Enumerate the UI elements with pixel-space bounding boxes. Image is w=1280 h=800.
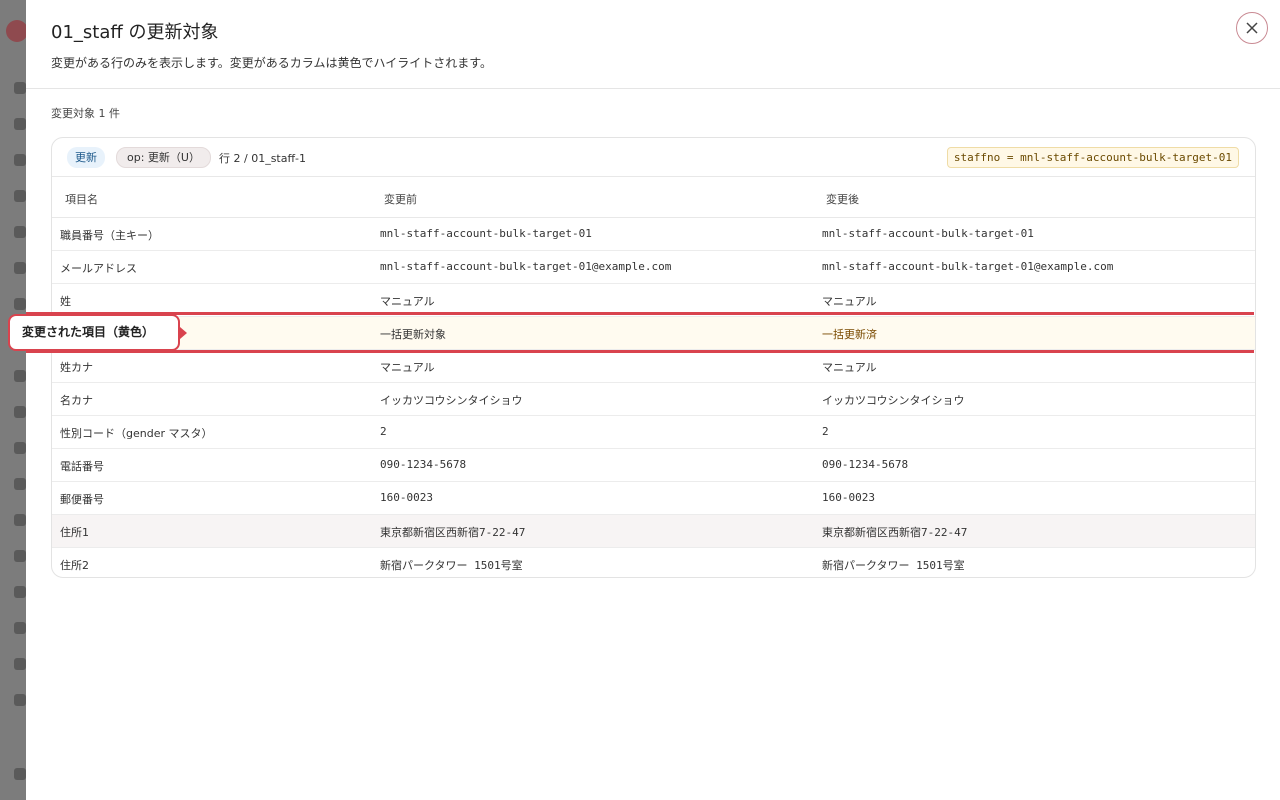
background-nav-icon [14,586,26,598]
table-row: 電話番号 090-1234-5678 090-1234-5678 [52,449,1255,482]
background-nav-icon [14,478,26,490]
card-header: 更新 op: 更新（U） 行 2 / 01_staff-1 staffno = … [52,138,1255,177]
field-name: メールアドレス [60,262,137,275]
background-nav-icon [14,442,26,454]
value-after: 新宿パークタワー 1501号室 [822,559,965,572]
column-header-after: 変更後 [826,193,859,206]
value-before: mnl-staff-account-bulk-target-01 [380,227,592,240]
table-row: 性別コード（gender マスタ） 2 2 [52,416,1255,449]
background-nav-icon [14,154,26,166]
annotation-callout: 変更された項目（黄色） [8,314,180,351]
background-nav-icon [14,82,26,94]
field-name: 職員番号（主キー） [60,229,159,242]
table-row: 名カナ イッカツコウシンタイショウ イッカツコウシンタイショウ [52,383,1255,416]
value-after: mnl-staff-account-bulk-target-01 [822,227,1034,240]
change-count: 変更対象 1 件 [51,107,120,120]
highlight-line-top [26,312,1254,315]
modal-title: 01_staff の更新対象 [51,22,219,43]
background-nav-icon [14,298,26,310]
background-nav-icon [14,550,26,562]
value-before: mnl-staff-account-bulk-target-01@example… [380,260,672,273]
value-after: マニュアル [822,361,877,374]
modal-description: 変更がある行のみを表示します。変更があるカラムは黄色でハイライトされます。 [51,56,493,70]
update-badge: 更新 [67,147,105,168]
field-name: 名カナ [60,394,93,407]
field-name: 住所1 [60,526,89,539]
change-card: 更新 op: 更新（U） 行 2 / 01_staff-1 staffno = … [51,137,1256,578]
field-name: 姓 [60,295,71,308]
highlight-line-bottom [26,350,1254,353]
row-info: 行 2 / 01_staff-1 [219,152,307,165]
table-row: 住所1 東京都新宿区西新宿7-22-47 東京都新宿区西新宿7-22-47 [52,515,1255,548]
background-nav-icon [14,768,26,780]
close-button[interactable] [1236,12,1268,44]
value-after-changed: 一括更新済 [822,328,877,341]
value-before: 090-1234-5678 [380,458,467,471]
background-nav-icon [14,658,26,670]
value-after: イッカツコウシンタイショウ [822,394,965,407]
value-before: 160-0023 [380,491,433,504]
background-nav-icon [14,406,26,418]
background-logo [6,20,28,42]
field-name: 住所2 [60,559,89,572]
value-before: 新宿パークタワー 1501号室 [380,559,523,572]
value-after: 2 [822,425,829,438]
background-nav-icon [14,622,26,634]
value-before: 2 [380,425,387,438]
value-after: mnl-staff-account-bulk-target-01@example… [822,260,1114,273]
background-nav-icon [14,118,26,130]
modal-header: 01_staff の更新対象 変更がある行のみを表示します。変更があるカラムは黄… [26,0,1280,89]
update-targets-modal: 01_staff の更新対象 変更がある行のみを表示します。変更があるカラムは黄… [26,0,1280,800]
field-name: 性別コード（gender マスタ） [60,427,213,440]
background-nav-icon [14,226,26,238]
value-before: 一括更新対象 [380,328,446,341]
value-before: マニュアル [380,361,435,374]
value-after: 160-0023 [822,491,875,504]
table-row: 郵便番号 160-0023 160-0023 [52,482,1255,515]
value-before: イッカツコウシンタイショウ [380,394,523,407]
background-app-sidebar [0,0,28,800]
value-before: 東京都新宿区西新宿7-22-47 [380,526,526,539]
value-after: マニュアル [822,295,877,308]
value-after: 東京都新宿区西新宿7-22-47 [822,526,968,539]
table-row-changed: 名 一括更新対象 一括更新済 [52,317,1255,350]
background-nav-icon [14,694,26,706]
callout-arrow [180,327,187,339]
table-row: 職員番号（主キー） mnl-staff-account-bulk-target-… [52,218,1255,251]
table-row: 姓カナ マニュアル マニュアル [52,350,1255,383]
background-nav-icon [14,262,26,274]
column-header-before: 変更前 [384,193,417,206]
close-icon [1246,22,1258,34]
field-name: 姓カナ [60,361,93,374]
table-header: 項目名 変更前 変更後 [52,177,1255,218]
background-nav-icon [14,514,26,526]
primary-key-chip: staffno = mnl-staff-account-bulk-target-… [946,147,1239,168]
field-name: 電話番号 [60,460,104,473]
background-nav-icon [14,370,26,382]
column-header-field: 項目名 [65,193,98,206]
value-before: マニュアル [380,295,435,308]
background-nav-icon [14,190,26,202]
value-after: 090-1234-5678 [822,458,909,471]
op-badge: op: 更新（U） [116,147,211,168]
table-row: メールアドレス mnl-staff-account-bulk-target-01… [52,251,1255,284]
field-name: 郵便番号 [60,493,104,506]
table-row: 住所2 新宿パークタワー 1501号室 新宿パークタワー 1501号室 [52,548,1255,577]
